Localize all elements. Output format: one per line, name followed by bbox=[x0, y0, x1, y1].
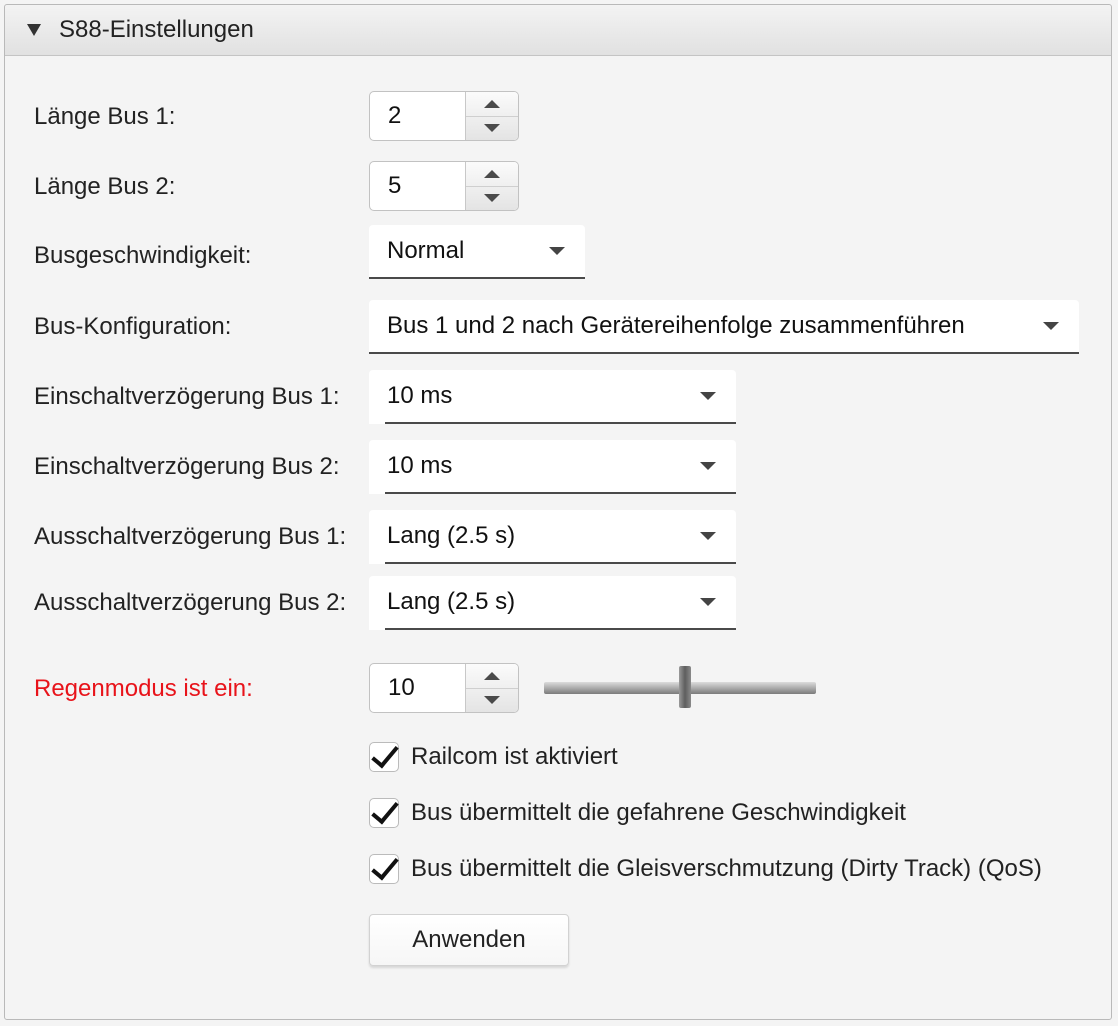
collapse-triangle-icon[interactable] bbox=[27, 24, 41, 36]
panel-title: S88-Einstellungen bbox=[59, 16, 254, 43]
on-delay-bus2-select[interactable]: 10 ms bbox=[369, 440, 736, 494]
checkbox-box[interactable] bbox=[369, 851, 399, 884]
bus1-length-label: Länge Bus 1: bbox=[34, 103, 176, 130]
off-delay-bus2-label: Ausschaltverzögerung Bus 2: bbox=[34, 589, 347, 616]
on-delay-bus2-value: 10 ms bbox=[387, 452, 453, 479]
arrow-down-icon bbox=[484, 696, 500, 705]
bus-speed-select[interactable]: Normal bbox=[369, 225, 585, 279]
checkbox-label: Bus übermittelt die Gleisverschmutzung (… bbox=[411, 855, 1042, 882]
bus1-length-spinner[interactable]: 2 bbox=[369, 91, 519, 141]
arrow-down-icon bbox=[484, 194, 500, 203]
off-delay-bus2-select[interactable]: Lang (2.5 s) bbox=[369, 576, 736, 630]
checkmark-icon bbox=[371, 851, 399, 881]
slider-thumb[interactable] bbox=[679, 666, 692, 708]
decrement-button[interactable] bbox=[466, 115, 518, 141]
on-delay-bus2-label: Einschaltverzögerung Bus 2: bbox=[34, 453, 340, 480]
on-delay-bus1-select[interactable]: 10 ms bbox=[369, 370, 736, 424]
arrow-up-icon bbox=[484, 99, 500, 108]
chevron-down-icon bbox=[700, 598, 716, 606]
bus2-length-label: Länge Bus 2: bbox=[34, 173, 176, 200]
panel-header[interactable]: S88-Einstellungen bbox=[5, 5, 1111, 56]
apply-button[interactable]: Anwenden bbox=[369, 914, 569, 966]
bus-config-select[interactable]: Bus 1 und 2 nach Gerätereihenfolge zusam… bbox=[369, 300, 1079, 354]
bus-speed-label: Busgeschwindigkeit: bbox=[34, 242, 252, 269]
off-delay-bus1-value: Lang (2.5 s) bbox=[387, 522, 516, 549]
railcom-checkbox[interactable]: Railcom ist aktiviert bbox=[369, 739, 618, 772]
bus2-length-value[interactable]: 5 bbox=[370, 162, 465, 210]
checkbox-box[interactable] bbox=[369, 795, 399, 828]
bus-config-label: Bus-Konfiguration: bbox=[34, 313, 232, 340]
decrement-button[interactable] bbox=[466, 185, 518, 211]
arrow-up-icon bbox=[484, 169, 500, 178]
rain-mode-label: Regenmodus ist ein: bbox=[34, 675, 253, 702]
bus1-length-value[interactable]: 2 bbox=[370, 92, 465, 140]
checkbox-box[interactable] bbox=[369, 739, 399, 772]
chevron-down-icon bbox=[700, 392, 716, 400]
spinner-buttons bbox=[465, 664, 518, 712]
off-delay-bus2-value: Lang (2.5 s) bbox=[387, 588, 516, 615]
increment-button[interactable] bbox=[466, 162, 518, 186]
spinner-buttons bbox=[465, 162, 518, 210]
off-delay-bus1-label: Ausschaltverzögerung Bus 1: bbox=[34, 523, 347, 550]
off-delay-bus1-select[interactable]: Lang (2.5 s) bbox=[369, 510, 736, 564]
increment-button[interactable] bbox=[466, 664, 518, 688]
decrement-button[interactable] bbox=[466, 687, 518, 713]
on-delay-bus1-value: 10 ms bbox=[387, 382, 453, 409]
chevron-down-icon bbox=[549, 247, 565, 255]
chevron-down-icon bbox=[700, 462, 716, 470]
bus2-length-spinner[interactable]: 5 bbox=[369, 161, 519, 211]
arrow-up-icon bbox=[484, 671, 500, 680]
spinner-buttons bbox=[465, 92, 518, 140]
dirty-track-checkbox[interactable]: Bus übermittelt die Gleisverschmutzung (… bbox=[369, 851, 1042, 884]
on-delay-bus1-label: Einschaltverzögerung Bus 1: bbox=[34, 383, 340, 410]
chevron-down-icon bbox=[700, 532, 716, 540]
checkmark-icon bbox=[371, 795, 399, 825]
speed-report-checkbox[interactable]: Bus übermittelt die gefahrene Geschwindi… bbox=[369, 795, 906, 828]
checkbox-label: Railcom ist aktiviert bbox=[411, 743, 618, 770]
rain-mode-slider[interactable] bbox=[544, 664, 816, 710]
bus-config-value: Bus 1 und 2 nach Gerätereihenfolge zusam… bbox=[387, 312, 965, 339]
checkmark-icon bbox=[371, 739, 399, 769]
arrow-down-icon bbox=[484, 124, 500, 133]
rain-mode-spinner[interactable]: 10 bbox=[369, 663, 519, 713]
increment-button[interactable] bbox=[466, 92, 518, 116]
bus-speed-value: Normal bbox=[387, 237, 465, 264]
checkbox-label: Bus übermittelt die gefahrene Geschwindi… bbox=[411, 799, 906, 826]
rain-mode-value[interactable]: 10 bbox=[370, 664, 465, 712]
chevron-down-icon bbox=[1043, 322, 1059, 330]
